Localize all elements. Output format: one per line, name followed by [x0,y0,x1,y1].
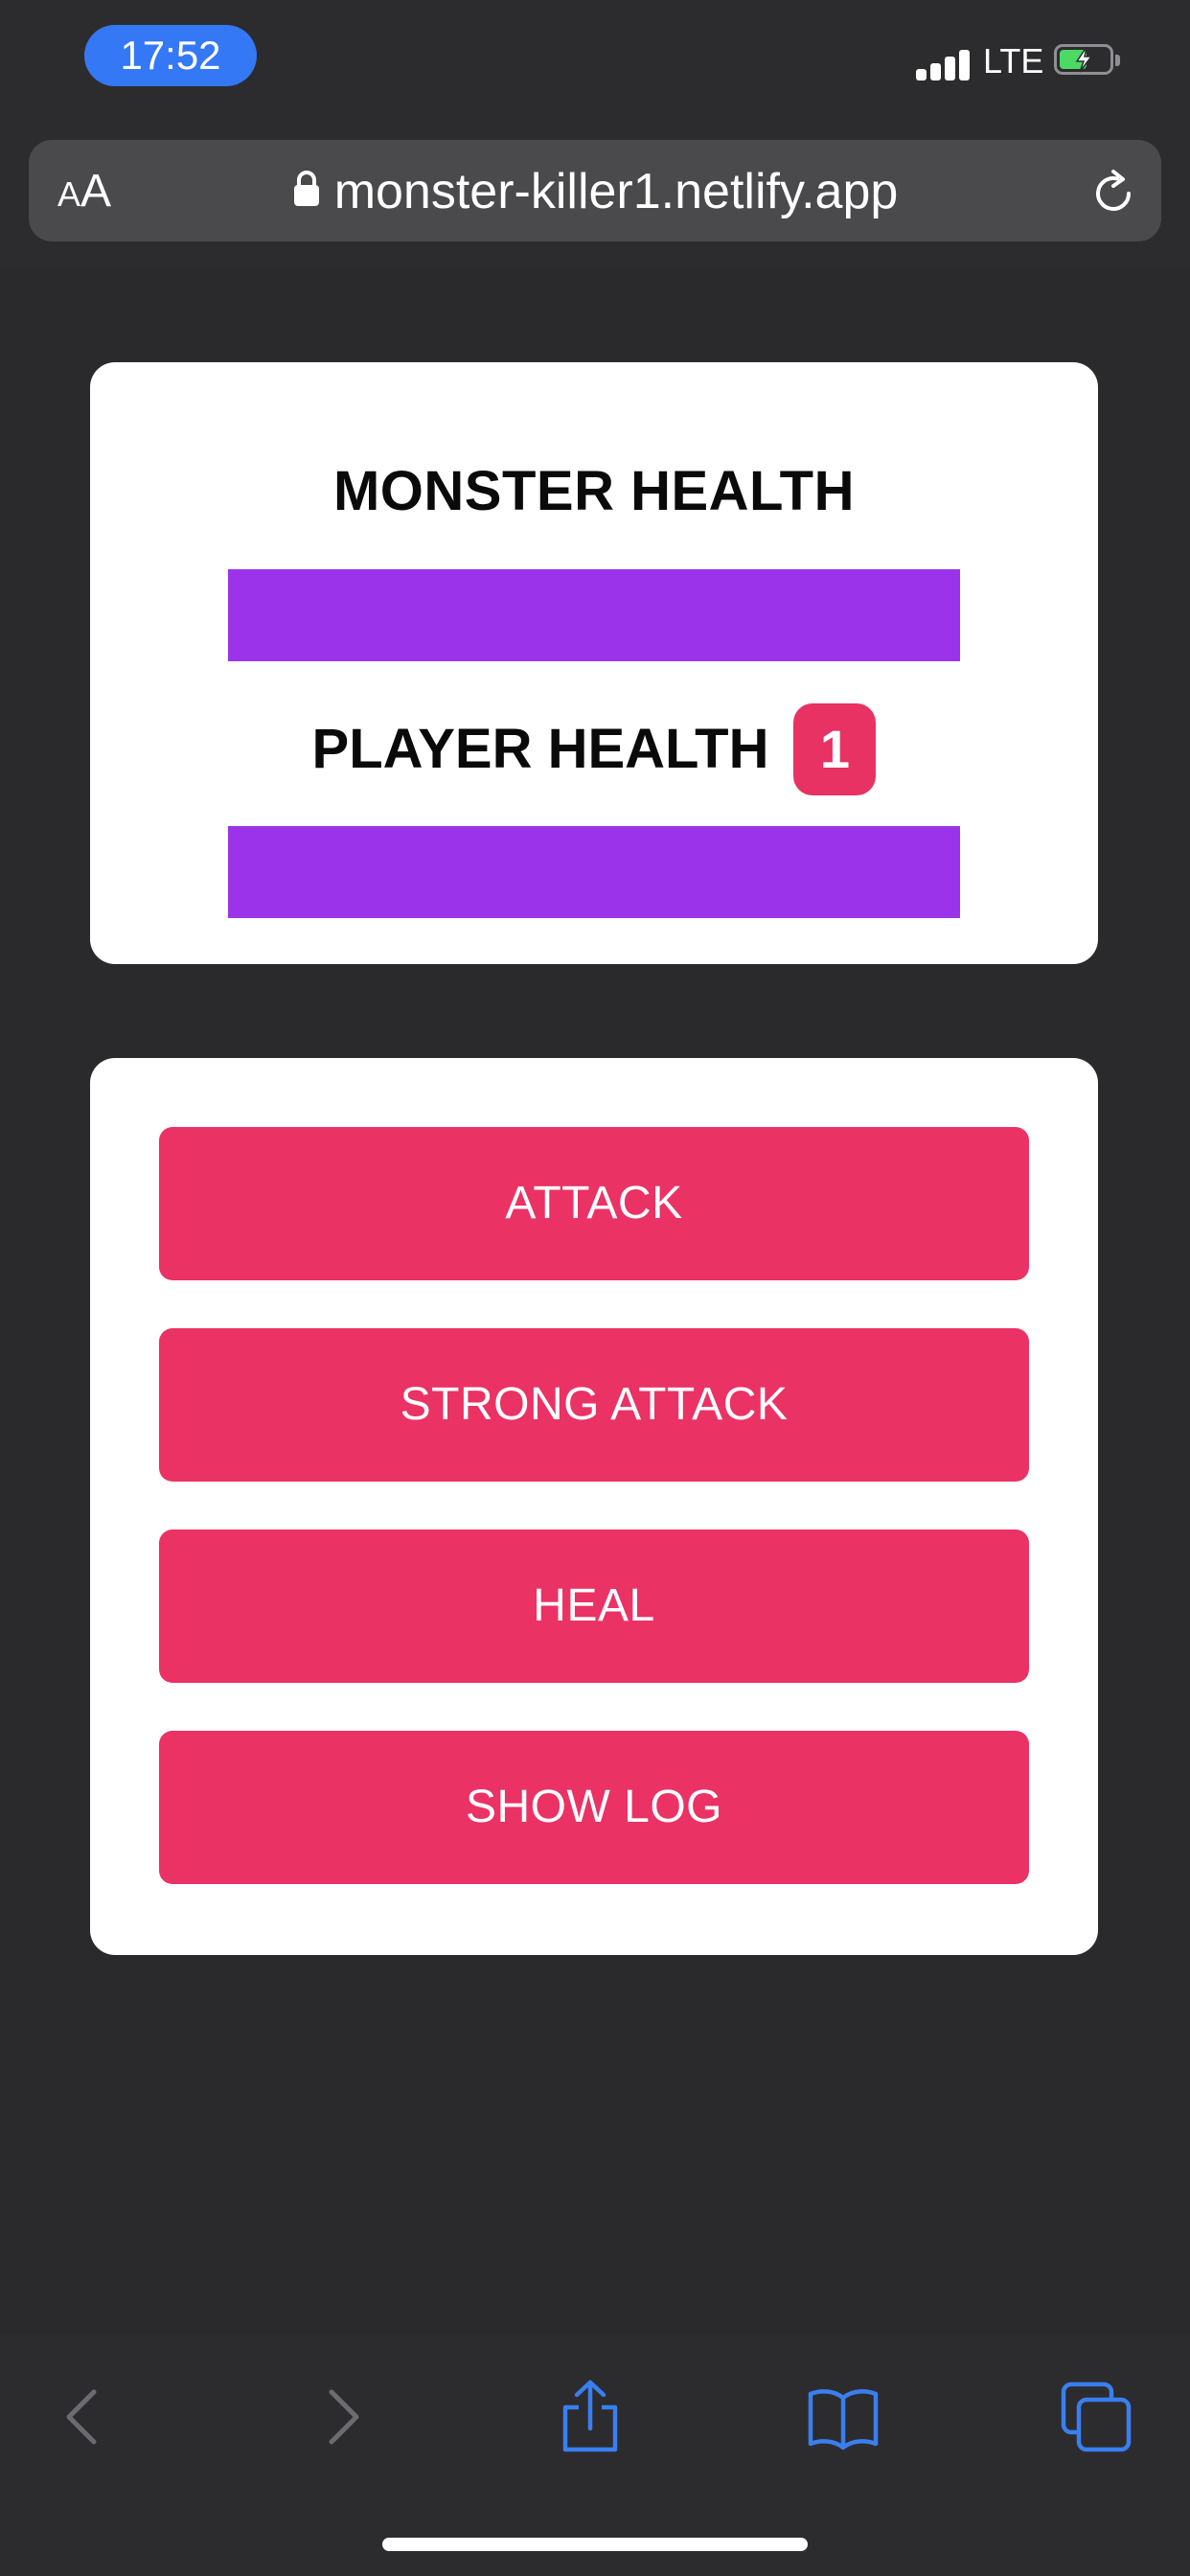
player-health-bar [228,826,960,918]
bonus-life-badge: 1 [793,703,877,795]
player-health-header: PLAYER HEALTH 1 [90,703,1098,795]
tabs-icon[interactable] [1058,2379,1134,2455]
player-health-title: PLAYER HEALTH [311,718,769,780]
back-icon[interactable] [46,2379,123,2455]
strong-attack-button[interactable]: STRONG ATTACK [159,1328,1029,1482]
monster-health-title: MONSTER HEALTH [332,460,855,522]
bookmarks-icon[interactable] [805,2379,881,2455]
show-log-button[interactable]: SHOW LOG [159,1731,1029,1884]
battery-charging-icon [1054,44,1123,79]
attack-button[interactable]: ATTACK [159,1127,1029,1280]
share-icon[interactable] [552,2379,629,2455]
controls-panel: ATTACK STRONG ATTACK HEAL SHOW LOG [90,1058,1098,1955]
status-bar: 17:52 LTE [0,0,1190,134]
home-indicator[interactable] [382,2538,808,2551]
forward-icon[interactable] [303,2379,379,2455]
url-text: monster-killer1.netlify.app [333,164,899,219]
heal-button[interactable]: HEAL [159,1530,1029,1683]
health-panel: MONSTER HEALTH PLAYER HEALTH 1 [90,362,1098,964]
cellular-signal-icon [916,46,970,80]
lock-icon [293,171,319,207]
address-bar[interactable]: AA monster-killer1.netlify.app [29,140,1161,242]
browser-address-area: AA monster-killer1.netlify.app [0,134,1190,268]
url-display[interactable]: monster-killer1.netlify.app [29,161,1161,222]
reload-icon[interactable] [1088,169,1138,218]
monster-health-bar [228,569,960,661]
network-type: LTE [983,41,1044,80]
clock-time[interactable]: 17:52 [84,25,257,86]
